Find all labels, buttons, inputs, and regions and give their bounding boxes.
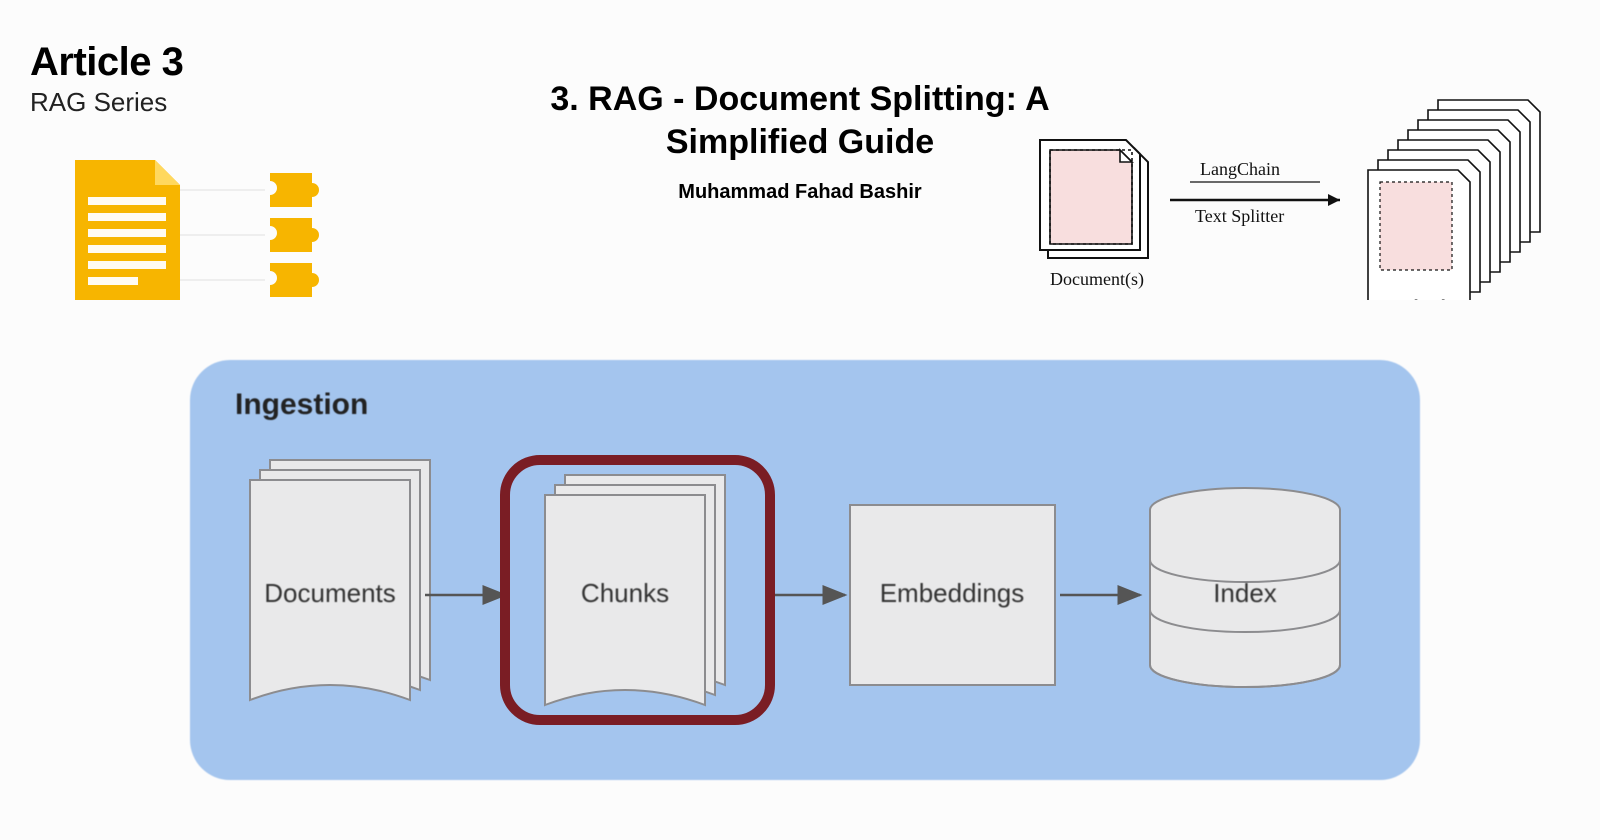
title-line-1: 3. RAG - Document Splitting: A (550, 80, 1049, 118)
node-embeddings-label: Embeddings (880, 578, 1025, 608)
sketch-arrow-label-1: LangChain (1200, 159, 1280, 179)
sketch-arrow-label-2: Text Splitter (1195, 206, 1284, 226)
sketch-documents-label: Document(s) (1050, 269, 1144, 290)
langchain-splitter-sketch: Document(s) LangChain Text Splitter Chun… (1030, 90, 1570, 300)
page-title: 3. RAG - Document Splitting: A Simplifie… (550, 78, 1049, 163)
document-to-chunks-icon (60, 155, 360, 305)
sketch-chunks-label: Chunks (1402, 296, 1457, 300)
node-index: Index (1150, 488, 1340, 687)
node-chunks: Chunks (505, 460, 770, 720)
node-documents: Documents (250, 460, 430, 700)
node-index-label: Index (1213, 578, 1277, 608)
node-chunks-label: Chunks (581, 578, 669, 608)
node-embeddings: Embeddings (850, 505, 1055, 685)
ingestion-diagram: Ingestion Documents Chun (190, 360, 1420, 780)
title-line-2: Simplified Guide (666, 123, 934, 161)
node-documents-label: Documents (264, 578, 396, 608)
